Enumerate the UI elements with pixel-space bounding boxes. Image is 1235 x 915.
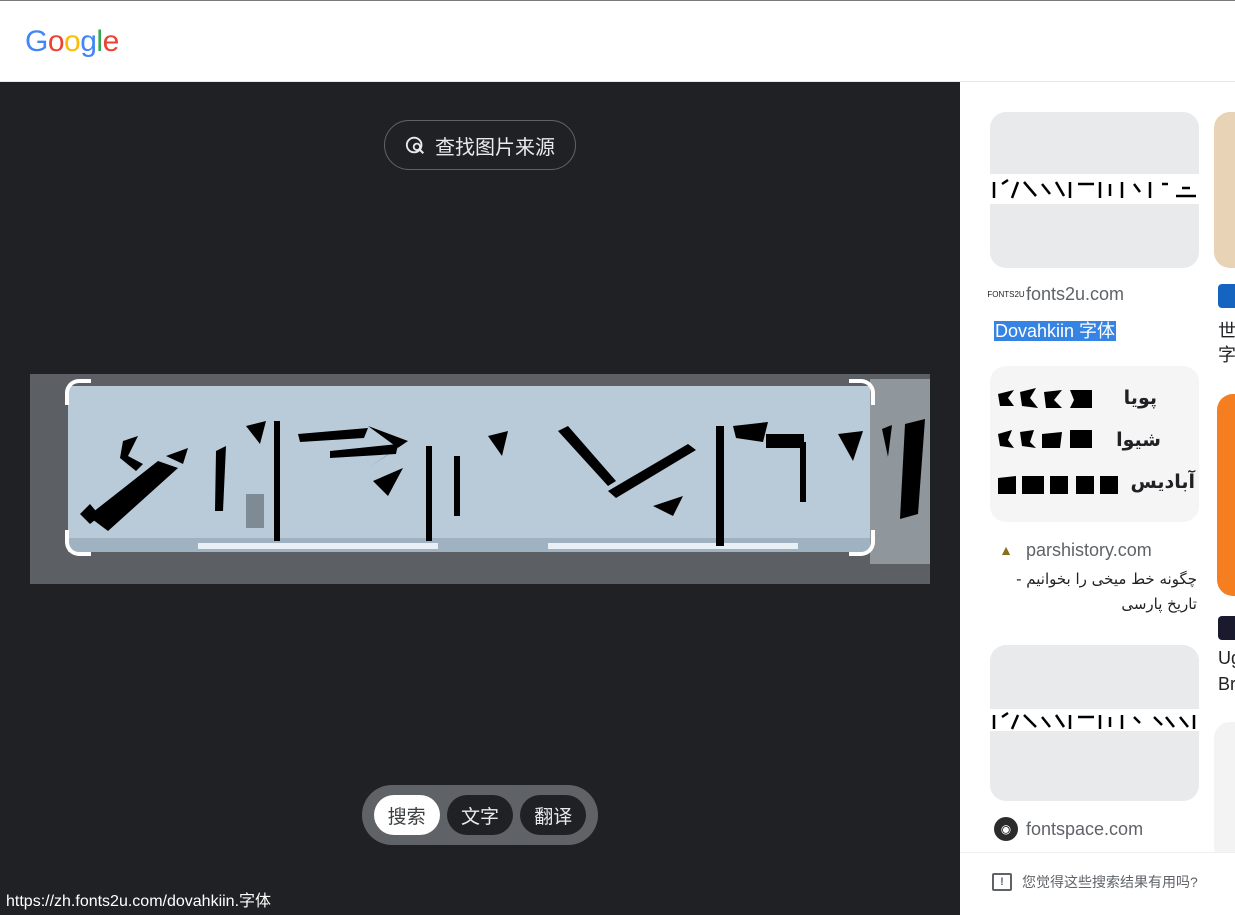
result-thumbnail-peek[interactable] — [1217, 394, 1235, 596]
mode-translate-button[interactable]: 翻译 — [520, 795, 587, 835]
logo-letter: e — [102, 25, 120, 58]
logo-letter: o — [47, 25, 65, 58]
crop-handle-top-left[interactable] — [65, 379, 91, 405]
result-title-text: Dovahkiin 字体 — [994, 321, 1117, 341]
site-icon-peek — [1218, 284, 1235, 308]
result-title-link[interactable]: چگونه خط میخی را بخوانیم - تاریخ پارسی — [977, 567, 1197, 617]
result-source[interactable]: ◉ fontspace.com — [994, 817, 1143, 841]
result-thumbnail[interactable] — [990, 112, 1199, 268]
status-bar-url: https://zh.fonts2u.com/dovahkiin.字体 — [0, 889, 278, 915]
results-panel: FONTS2U fonts2u.com Dovahkiin 字体 پویا شی… — [960, 82, 1235, 915]
cuneiform-glyphs-image — [998, 388, 1118, 494]
image-viewer-panel: 查找图片来源 搜索 文字 翻译 — [0, 82, 960, 915]
result-site-name: fontspace.com — [1026, 818, 1144, 839]
find-image-source-label: 查找图片来源 — [435, 136, 555, 159]
logo-letter: G — [25, 25, 48, 58]
logo-letter: g — [80, 25, 97, 58]
mode-search-button[interactable]: 搜索 — [373, 795, 440, 835]
site-icon-peek — [1218, 616, 1235, 640]
find-image-source-button[interactable]: 查找图片来源 — [384, 120, 576, 170]
feedback-prompt[interactable]: ! 您觉得这些搜索结果有用吗? — [992, 872, 1198, 892]
crop-handle-bottom-left[interactable] — [65, 530, 91, 556]
feedback-text: 您觉得这些搜索结果有用吗? — [1022, 874, 1198, 890]
result-thumbnail[interactable]: پویا شیوا آبادیس — [990, 366, 1199, 522]
result-title-link[interactable]: Dovahkiin 字体 — [994, 317, 1117, 343]
parshistory-icon: ▲ — [999, 542, 1013, 558]
header: Google — [0, 1, 1235, 82]
image-search-icon — [405, 136, 425, 154]
lens-mode-switcher: 搜索 文字 翻译 — [362, 785, 598, 845]
result-thumbnail-image — [990, 174, 1199, 204]
glyph-edge — [882, 419, 925, 519]
result-title-line: تاریخ پارسی — [1121, 595, 1197, 613]
thumb-word: پویا — [1123, 387, 1157, 409]
result-title-peek[interactable]: 世 — [1218, 317, 1235, 343]
mode-text-button[interactable]: 文字 — [446, 795, 513, 835]
glyph-script-image — [68, 421, 870, 552]
google-logo[interactable]: Google — [25, 25, 119, 59]
selected-crop-area[interactable] — [68, 386, 870, 552]
result-title-peek[interactable]: Br — [1218, 674, 1235, 695]
fontspace-icon: ◉ — [994, 817, 1018, 841]
result-thumbnail-image — [990, 709, 1199, 731]
result-source[interactable]: ▲ parshistory.com — [994, 538, 1152, 562]
result-title-line: چگونه خط میخی را بخوانیم - — [1016, 570, 1197, 588]
result-site-name: parshistory.com — [1026, 539, 1152, 560]
result-thumbnail[interactable] — [990, 645, 1199, 801]
image-edge — [870, 379, 930, 564]
result-thumbnail-peek[interactable] — [1214, 112, 1235, 268]
thumb-word: شیوا — [1116, 429, 1161, 451]
crop-handle-top-right[interactable] — [849, 379, 875, 405]
query-image — [30, 374, 930, 584]
result-title-peek[interactable]: 字 — [1218, 341, 1235, 367]
result-thumbnail-peek[interactable] — [1214, 722, 1235, 862]
result-source[interactable]: FONTS2U fonts2u.com — [987, 284, 1125, 305]
result-site-name: fonts2u.com — [1026, 284, 1125, 304]
fonts2u-icon: FONTS2U — [987, 290, 1025, 299]
thumb-word: آبادیس — [1130, 471, 1195, 493]
logo-letter: o — [64, 25, 81, 58]
result-title-peek[interactable]: Ug — [1218, 648, 1235, 669]
feedback-icon: ! — [992, 873, 1012, 891]
